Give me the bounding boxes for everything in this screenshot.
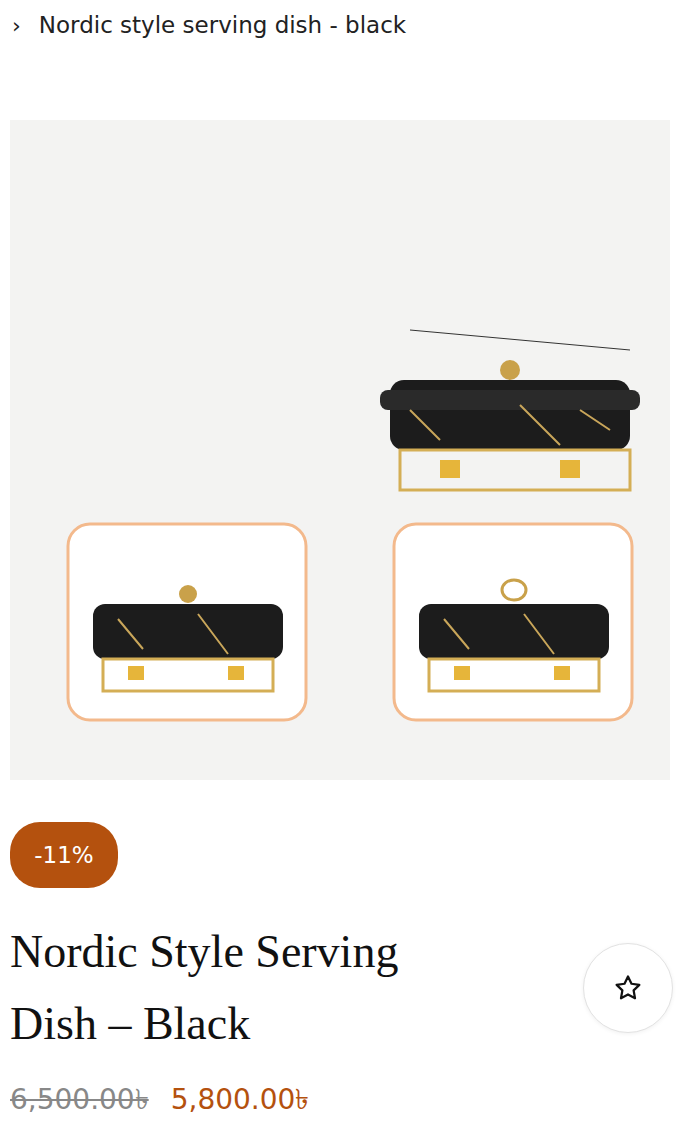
wishlist-button[interactable] bbox=[583, 943, 673, 1033]
breadcrumb-separator: › bbox=[12, 13, 21, 38]
title-row: Nordic Style Serving Dish – Black bbox=[10, 916, 675, 1060]
serving-dish-photo bbox=[10, 120, 670, 780]
sale-price: 5,800.00৳ bbox=[171, 1078, 310, 1125]
product-title: Nordic Style Serving Dish – Black bbox=[10, 916, 480, 1060]
original-price: 6,500.00৳ bbox=[10, 1078, 149, 1125]
product-image[interactable] bbox=[10, 120, 670, 780]
discount-badge: -11% bbox=[10, 822, 118, 888]
breadcrumb-item[interactable]: Nordic style serving dish - black bbox=[39, 12, 406, 38]
breadcrumb: › Nordic style serving dish - black bbox=[10, 0, 675, 50]
product-page: › Nordic style serving dish - black -11%… bbox=[0, 0, 685, 1127]
price-row: 6,500.00৳ 5,800.00৳ bbox=[10, 1078, 675, 1125]
star-icon bbox=[613, 973, 643, 1003]
